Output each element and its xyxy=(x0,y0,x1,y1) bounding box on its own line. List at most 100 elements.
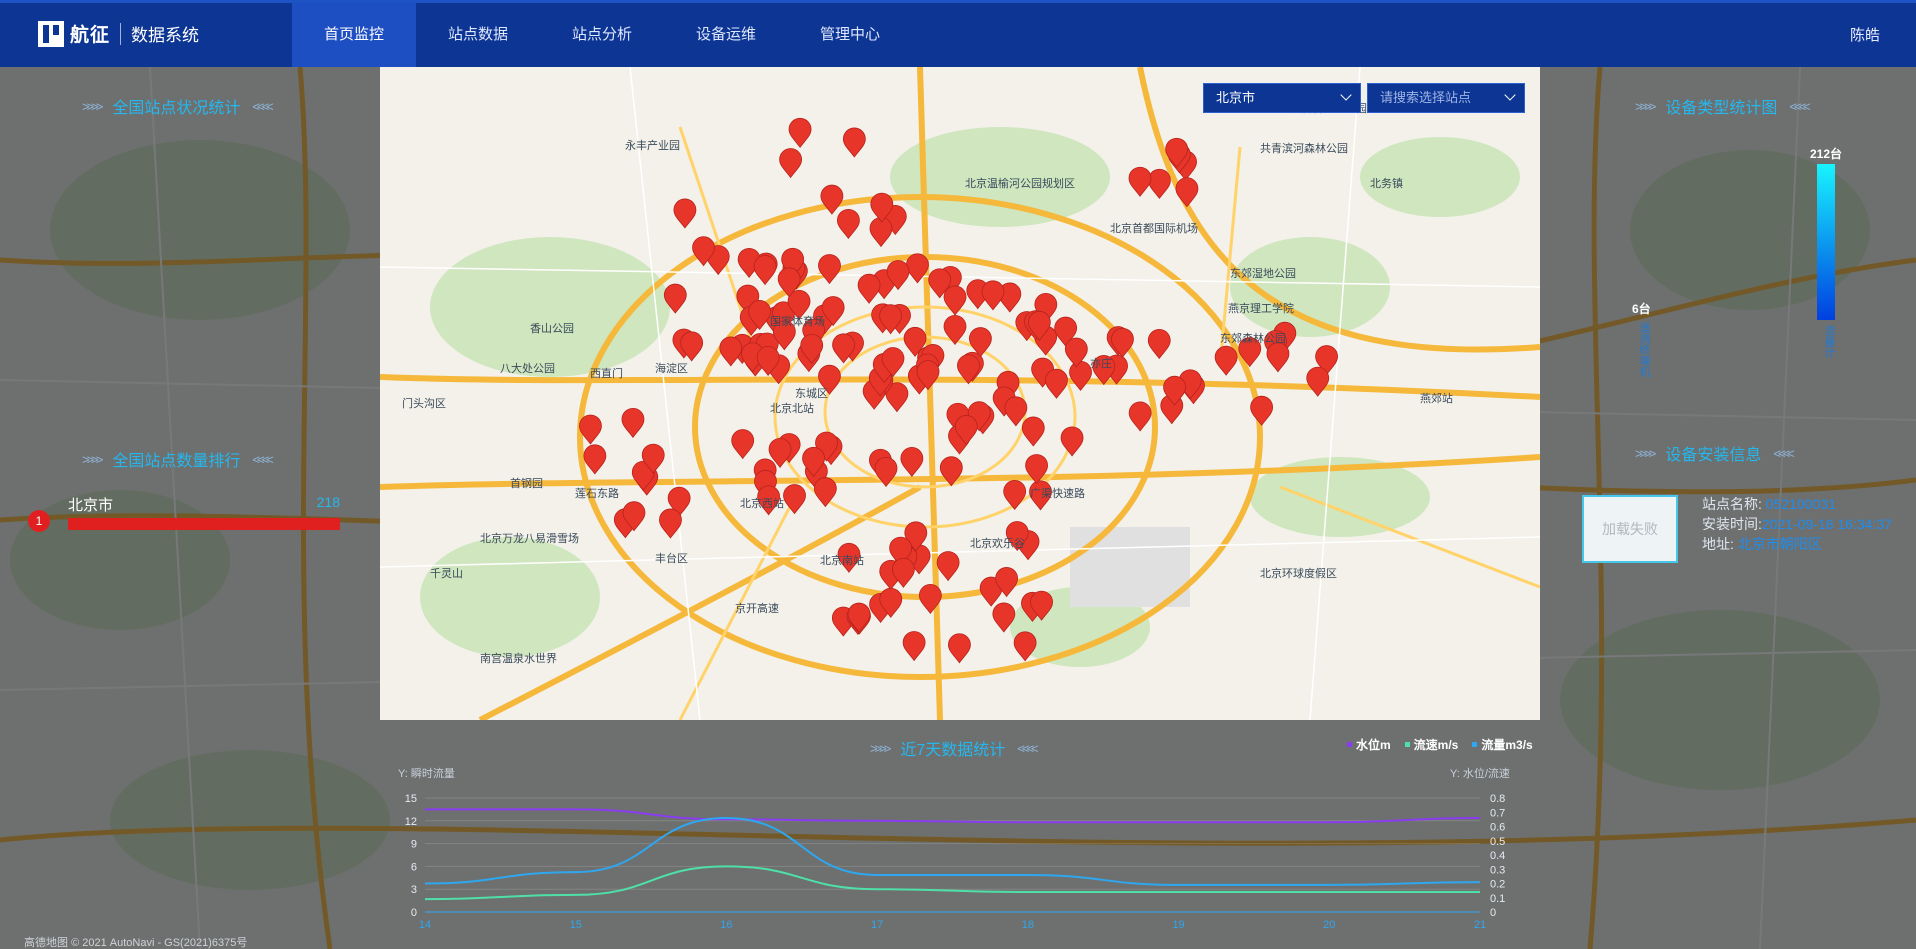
legend-item-velocity[interactable]: 流速m/s xyxy=(1404,736,1459,753)
map-place-label: 首钢园 xyxy=(510,476,543,490)
left-tick-label: 12 xyxy=(405,816,417,828)
arrow-right-icon: >>>> xyxy=(82,98,103,114)
legend-min-label: 6台 xyxy=(1632,302,1651,316)
station-select[interactable]: 请搜索选择站点 xyxy=(1367,83,1525,113)
map-place-label: 永丰产业园 xyxy=(625,138,680,152)
arrow-left-icon: <<<< xyxy=(1789,98,1810,114)
x-tick-label: 15 xyxy=(570,919,582,931)
device-info: 站点名称: 052100031 安装时间:2021-09-16 16:34:37… xyxy=(1702,494,1892,554)
rank-bar xyxy=(68,518,340,530)
map-place-label: 南宫温泉水世界 xyxy=(480,651,557,665)
copyright-text: © 2021 AutoNavi - GS(2021)6375号 xyxy=(71,937,248,949)
map-place-label: 丰台区 xyxy=(655,551,688,565)
left-tick-label: 6 xyxy=(411,861,417,873)
map-place-label: 北务镇 xyxy=(1370,176,1403,190)
map-place-label: 燕郊站 xyxy=(1420,391,1453,405)
station-select-placeholder: 请搜索选择站点 xyxy=(1380,90,1472,105)
right-tick-label: 0.6 xyxy=(1490,822,1505,834)
section-title-install-info: >>>> 设备安装信息 <<<< xyxy=(1623,441,1804,465)
arrow-left-icon: <<<< xyxy=(252,98,273,114)
device-addr-key: 地址: xyxy=(1702,536,1734,552)
city-select-value: 北京市 xyxy=(1216,90,1256,105)
city-select[interactable]: 北京市 xyxy=(1203,83,1361,113)
top-navigation-bar: 航征 数据系统 首页监控 站点数据 站点分析 设备运维 管理中心 陈皓 xyxy=(0,0,1916,67)
x-tick-label: 21 xyxy=(1474,919,1486,931)
chart-legend: 水位m 流速m/s 流量m3/s xyxy=(1347,736,1533,753)
user-name[interactable]: 陈皓 xyxy=(1850,24,1880,45)
logo-brand: 航征 xyxy=(70,25,111,46)
legend-swatch xyxy=(1347,742,1352,747)
right-tick-label: 0.3 xyxy=(1490,864,1505,876)
map-place-label: 东郊森林公园 xyxy=(1220,331,1286,345)
seven-day-chart: Y: 瞬时流量 Y: 水位/流速 0 3 6 9 12 15 0 0.1 0.2 0.3 0.4 0.5 0… xyxy=(398,766,1510,931)
nav-home-monitor[interactable]: 首页监控 xyxy=(292,0,416,67)
map-place-label: 香山公园 xyxy=(530,322,574,335)
left-tick-label: 0 xyxy=(411,907,417,919)
section-title-status: >>>> 全国站点状况统计 <<<< xyxy=(70,94,283,118)
device-addr-value: 北京市朝阳区 xyxy=(1737,536,1822,552)
device-name-value: 052100031 xyxy=(1765,496,1836,512)
legend-swatch xyxy=(1404,742,1410,747)
station-map[interactable]: 海淀区 东城区 丰台区 门头沟区 北京北站 北京南站 北京西站 国家体育场 北京首都国际机场 北京… xyxy=(380,67,1540,720)
map-place-label: 莲石东路 xyxy=(575,487,619,500)
map-place-label: 八大处公园 xyxy=(500,361,555,375)
section-title-ranking-text: 全国站点数量排行 xyxy=(112,453,241,470)
arrow-right-icon: >>>> xyxy=(1635,445,1656,461)
map-place-label: 京开高速 xyxy=(735,601,779,615)
x-tick-label: 19 xyxy=(1172,919,1184,931)
legend-item-water-level[interactable]: 水位m xyxy=(1347,736,1391,753)
section-title-status-text: 全国站点状况统计 xyxy=(112,100,241,117)
device-image: 加载失败 xyxy=(1582,495,1678,563)
map-place-label: 门头沟区 xyxy=(402,396,446,410)
legend-label: 流速m/s xyxy=(1413,738,1459,752)
map-place-label: 北京南站 xyxy=(820,553,864,567)
x-tick-label: 16 xyxy=(720,919,732,931)
x-tick-label: 18 xyxy=(1022,919,1034,931)
map-place-label: 北京北站 xyxy=(770,401,814,415)
legend-max-label: 212台 xyxy=(1810,147,1843,161)
x-tick-label: 17 xyxy=(871,919,883,931)
right-tick-label: 0.7 xyxy=(1490,807,1505,819)
series-line xyxy=(424,816,1481,886)
logo-icon xyxy=(38,20,64,47)
map-place-label: 北京欢乐谷 xyxy=(970,536,1025,550)
nav-station-analysis[interactable]: 站点分析 xyxy=(540,0,664,67)
chevron-down-icon xyxy=(1340,89,1352,101)
right-tick-label: 0.8 xyxy=(1490,793,1505,805)
right-axis-label: Y: 水位/流速 xyxy=(1450,766,1510,780)
nav-device-maintenance[interactable]: 设备运维 xyxy=(664,0,788,67)
map-attribution: 高德地图 © 2021 AutoNavi - GS(2021)6375号 xyxy=(24,934,247,949)
map-place-label: 北京环球度假区 xyxy=(1260,566,1337,580)
left-axis-label: Y: 瞬时流量 xyxy=(398,766,455,780)
arrow-left-icon: <<<< xyxy=(1773,445,1794,461)
x-tick-label: 14 xyxy=(419,919,431,931)
legend-label: 流量m3/s xyxy=(1481,738,1533,752)
map-place-label: 东城区 xyxy=(795,387,828,400)
rank-city-name: 北京市 xyxy=(68,497,114,514)
logo-separator xyxy=(120,22,122,45)
amap-logo: 高德地图 xyxy=(24,937,68,949)
device-type-label-2: 流量计 xyxy=(1823,325,1835,358)
left-tick-label: 15 xyxy=(405,793,417,805)
main-nav: 首页监控 站点数据 站点分析 设备运维 管理中心 xyxy=(292,0,912,67)
map-place-label: 北京西站 xyxy=(740,496,784,510)
x-tick-label: 20 xyxy=(1323,919,1335,931)
nav-station-data[interactable]: 站点数据 xyxy=(416,0,540,67)
right-tick-label: 0.4 xyxy=(1490,850,1505,862)
legend-item-flow[interactable]: 流量m3/s xyxy=(1472,736,1533,753)
map-place-label: 北京万龙八易滑雪场 xyxy=(480,531,579,545)
section-title-device-type: >>>> 设备类型统计图 <<<< xyxy=(1623,94,1820,118)
legend-swatch xyxy=(1472,742,1478,747)
map-canvas[interactable]: 海淀区东城区丰台区门头沟区 北京北站北京南站北京西站国家体育场北京首都国际机场北京… xyxy=(380,67,1540,720)
device-name-key: 站点名称: xyxy=(1702,496,1762,512)
top-edge-line xyxy=(0,0,1916,3)
map-place-label: 亦庄 xyxy=(1090,356,1112,370)
map-place-label: 西直门 xyxy=(590,366,623,380)
section-title-ranking: >>>> 全国站点数量排行 <<<< xyxy=(70,447,283,471)
map-place-label: 共青滨河森林公园 xyxy=(1260,141,1348,155)
left-tick-label: 9 xyxy=(411,839,417,851)
legend-label: 水位m xyxy=(1356,738,1391,752)
system-name: 数据系统 xyxy=(131,26,200,45)
device-time-value: 2021-09-16 16:34:37 xyxy=(1761,516,1892,532)
nav-management-center[interactable]: 管理中心 xyxy=(788,0,912,67)
